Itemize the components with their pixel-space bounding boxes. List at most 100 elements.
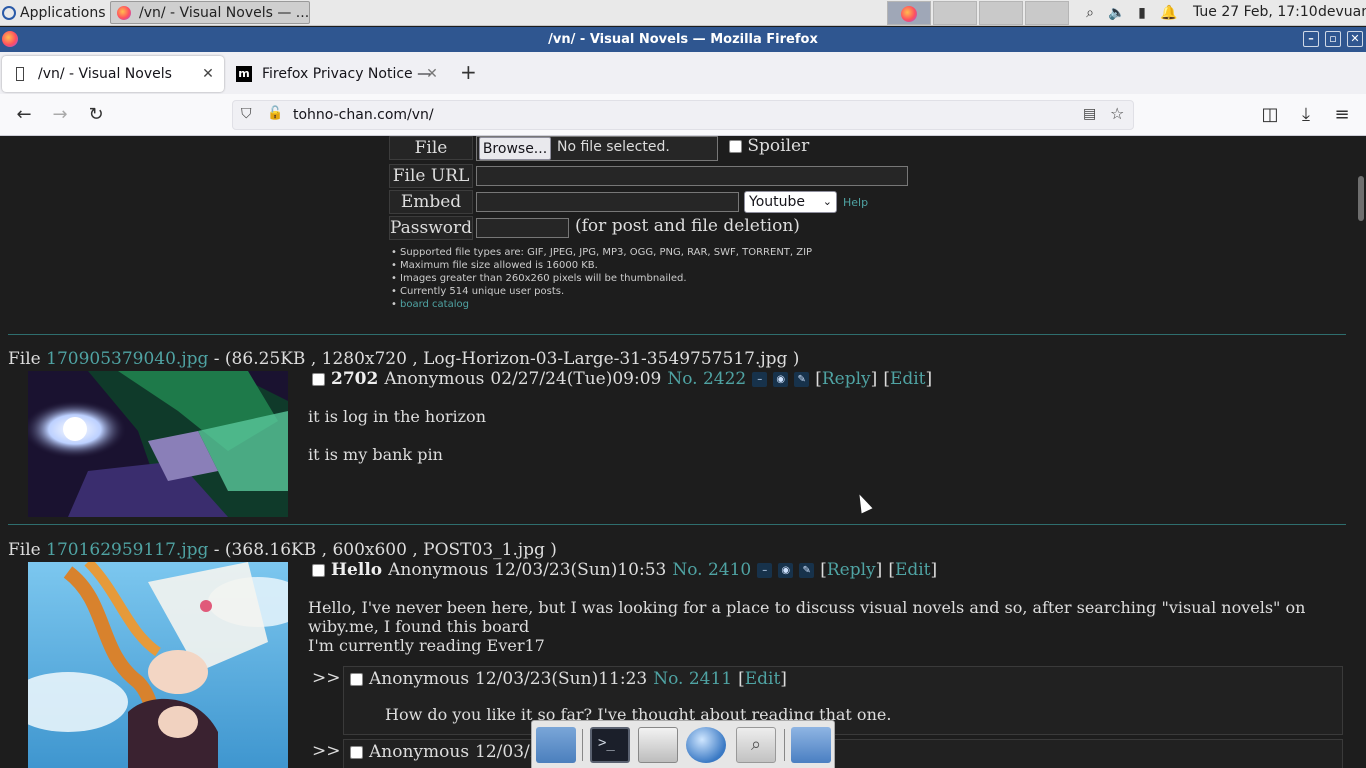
thread-thumbnail-image[interactable]: [28, 371, 288, 517]
navigation-bar: ← → ↻ ⛉ 🔓 tohno-chan.com/vn/ ▤ ☆ ◫ ⤓ ≡: [0, 94, 1366, 136]
tab-strip: /vn/ - Visual Novels ✕ m Firefox Privacy…: [0, 52, 1366, 94]
edit-bracket: [Edit]: [883, 369, 933, 389]
tab-label: /vn/ - Visual Novels: [38, 66, 172, 82]
spoiler-option[interactable]: Spoiler: [729, 136, 809, 156]
edit-link[interactable]: Edit: [890, 369, 926, 389]
file-info-line: File 170162959117.jpg - (368.16KB , 600x…: [8, 540, 557, 560]
user-name[interactable]: devuan: [1318, 4, 1366, 20]
workspace-1[interactable]: [887, 1, 931, 25]
app-menu-icon[interactable]: ≡: [1332, 105, 1352, 125]
password-input[interactable]: [476, 218, 569, 238]
notification-bell-icon[interactable]: 🔔: [1160, 5, 1177, 21]
spoiler-label: Spoiler: [747, 136, 810, 156]
web-browser-icon[interactable]: [686, 727, 726, 763]
home-folder-icon[interactable]: [536, 727, 576, 763]
quick-reply-icon[interactable]: ✎: [799, 562, 815, 578]
folder-icon[interactable]: [791, 727, 831, 763]
clock[interactable]: Tue 27 Feb, 17:10: [1193, 4, 1318, 20]
tab-firefox-privacy-notice[interactable]: m Firefox Privacy Notice — ✕: [226, 56, 448, 92]
pocket-icon[interactable]: ◫: [1260, 105, 1280, 125]
post-date: 12/03/23(Sun)10:53: [494, 560, 667, 580]
terminal-icon[interactable]: >_: [590, 727, 630, 763]
browse-button[interactable]: Browse...: [479, 137, 551, 160]
scrollbar-thumb[interactable]: [1358, 176, 1364, 221]
embed-help-link[interactable]: Help: [843, 196, 868, 209]
file-manager-icon[interactable]: [638, 727, 678, 763]
applications-label: Applications: [20, 5, 106, 21]
watch-thread-icon[interactable]: ◉: [773, 371, 789, 387]
edit-link[interactable]: Edit: [745, 669, 781, 689]
tab-vn-visual-novels[interactable]: /vn/ - Visual Novels ✕: [2, 56, 224, 92]
reload-icon[interactable]: ↻: [86, 105, 106, 125]
post-select-checkbox[interactable]: [312, 563, 325, 577]
volume-icon[interactable]: 🔈: [1108, 5, 1125, 21]
post-header: Hello Anonymous 12/03/23(Sun)10:53 No. 2…: [312, 560, 937, 580]
close-window-button[interactable]: ✕: [1347, 31, 1363, 47]
embed-type-select[interactable]: Youtube ⌄: [744, 191, 837, 213]
forward-arrow-icon[interactable]: →: [50, 105, 70, 125]
minimize-button[interactable]: –: [1303, 31, 1319, 47]
shield-icon[interactable]: ⛉: [241, 106, 252, 122]
maximize-button[interactable]: ▫: [1325, 31, 1341, 47]
post-select-checkbox[interactable]: [312, 372, 325, 386]
back-arrow-icon[interactable]: ←: [14, 105, 34, 125]
file-url-input[interactable]: [476, 166, 908, 186]
reply-header: Anonymous 12/03/23(Sun)11:23 No. 2411 [E…: [350, 669, 787, 689]
file-prefix: File: [8, 540, 41, 560]
workspace-3[interactable]: [979, 1, 1023, 25]
file-input[interactable]: Browse... No file selected.: [476, 136, 718, 161]
post-header: 2702 Anonymous 02/27/24(Tue)09:09 No. 24…: [312, 369, 932, 389]
downloads-icon[interactable]: ⤓: [1296, 105, 1316, 125]
reader-view-icon[interactable]: ▤: [1083, 106, 1096, 122]
workspace-4[interactable]: [1025, 1, 1069, 25]
close-tab-icon[interactable]: ✕: [200, 66, 216, 82]
file-url-label: File URL: [389, 164, 473, 188]
reply-post: Anonymous 12/03/23(Sun)11:23 No. 2411 [E…: [343, 666, 1343, 735]
rule-item: Supported file types are: GIF, JPEG, JPG…: [391, 246, 812, 259]
post-message: it is log in the horizon it is my bank p…: [308, 407, 486, 464]
reply-number-link[interactable]: No. 2411: [653, 669, 732, 689]
dock-separator: [582, 729, 583, 761]
message-line: it is log in the horizon: [308, 407, 486, 426]
battery-icon[interactable]: ▮: [1134, 5, 1150, 21]
taskbar-firefox-window[interactable]: /vn/ - Visual Novels — ...: [110, 1, 310, 24]
rule-item: Images greater than 260x260 pixels will …: [391, 272, 812, 285]
workspace-2[interactable]: [933, 1, 977, 25]
no-file-selected-text: No file selected.: [557, 139, 670, 155]
window-title-bar[interactable]: /vn/ - Visual Novels — Mozilla Firefox –…: [0, 27, 1366, 52]
bookmark-star-icon[interactable]: ☆: [1110, 104, 1124, 123]
reply-link[interactable]: Reply: [822, 369, 871, 389]
reply-bracket: [Reply]: [815, 369, 878, 389]
edit-link[interactable]: Edit: [895, 560, 931, 580]
reply-header: Anonymous 12/03/2: [350, 742, 541, 762]
address-bar[interactable]: ⛉ 🔓 tohno-chan.com/vn/ ▤ ☆: [232, 100, 1134, 130]
hide-thread-icon[interactable]: –: [757, 562, 773, 578]
spoiler-checkbox[interactable]: [729, 140, 742, 153]
watch-thread-icon[interactable]: ◉: [778, 562, 794, 578]
file-details: - (86.25KB , 1280x720 , Log-Horizon-03-L…: [213, 349, 800, 369]
reply-select-checkbox[interactable]: [350, 745, 363, 759]
file-link[interactable]: 170905379040.jpg: [46, 349, 208, 369]
embed-type-selected: Youtube: [749, 194, 805, 210]
divider: [8, 524, 1346, 525]
hide-thread-icon[interactable]: –: [752, 371, 768, 387]
reply-link[interactable]: Reply: [827, 560, 876, 580]
board-catalog-link[interactable]: board catalog: [400, 299, 469, 310]
application-dock: >_ ⌕: [531, 720, 835, 768]
post-number-link[interactable]: No. 2422: [667, 369, 746, 389]
thread-thumbnail-image[interactable]: [28, 562, 288, 768]
network-icon[interactable]: ⌕: [1082, 5, 1098, 21]
quick-reply-icon[interactable]: ✎: [794, 371, 810, 387]
embed-input[interactable]: [476, 192, 739, 212]
reply-select-checkbox[interactable]: [350, 672, 363, 686]
applications-menu[interactable]: Applications ⋮: [2, 3, 121, 23]
post-subject: 2702: [331, 369, 379, 389]
search-icon[interactable]: ⌕: [736, 727, 776, 763]
file-link[interactable]: 170162959117.jpg: [46, 540, 208, 560]
close-tab-icon[interactable]: ✕: [424, 66, 440, 82]
post-subject: Hello: [331, 560, 383, 580]
insecure-lock-icon[interactable]: 🔓: [267, 106, 283, 121]
os-top-panel: Applications ⋮ /vn/ - Visual Novels — ..…: [0, 0, 1366, 26]
post-number-link[interactable]: No. 2410: [672, 560, 751, 580]
new-tab-button[interactable]: +: [460, 62, 477, 82]
